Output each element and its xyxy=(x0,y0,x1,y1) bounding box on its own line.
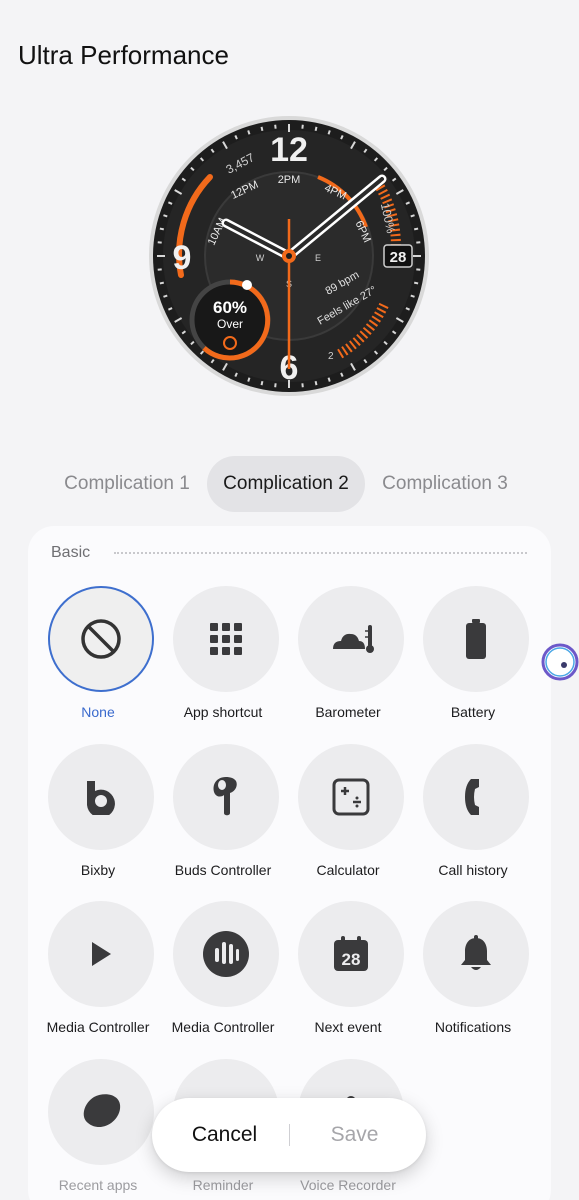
option-label: Next event xyxy=(314,1019,382,1035)
inner-hour-2pm: 2PM xyxy=(278,174,301,186)
option-media-controller-bars-circle[interactable] xyxy=(173,901,279,1007)
option-buds-controller-circle[interactable] xyxy=(173,744,279,850)
play-icon xyxy=(92,942,111,966)
save-button[interactable]: Save xyxy=(292,1098,417,1172)
option-calculator-circle[interactable] xyxy=(298,744,404,850)
option-label: Battery xyxy=(450,704,496,720)
option-notifications[interactable]: Notifications xyxy=(411,901,535,1051)
bezel-tick xyxy=(413,227,419,231)
option-recent-apps[interactable]: Recent apps xyxy=(36,1059,160,1200)
calculator-icon xyxy=(332,778,370,816)
bixby-icon xyxy=(87,781,115,815)
bottom-action-bar: Cancel Save xyxy=(152,1098,426,1172)
option-label: Calculator xyxy=(316,862,380,878)
option-label: Buds Controller xyxy=(174,862,272,878)
gauge-percent: 60% xyxy=(213,298,247,317)
option-app-shortcut-circle[interactable] xyxy=(173,586,279,692)
tab-complication-1[interactable]: Complication 1 xyxy=(52,456,202,512)
bezel-tick xyxy=(327,130,331,135)
option-none-circle[interactable] xyxy=(48,586,154,692)
option-media-controller-bars[interactable]: Media Controller xyxy=(161,901,285,1051)
option-label: App shortcut xyxy=(183,704,263,720)
bezel-tick xyxy=(260,126,264,132)
option-label: Notifications xyxy=(434,1019,512,1035)
option-label: None xyxy=(81,704,115,720)
tab-complication-2[interactable]: Complication 2 xyxy=(207,456,365,512)
compass-w: W xyxy=(256,253,265,263)
option-label: Recent apps xyxy=(58,1177,138,1193)
option-app-shortcut[interactable]: App shortcut xyxy=(161,586,285,736)
bezel-tick xyxy=(314,126,318,132)
option-bixby[interactable]: Bixby xyxy=(36,744,160,894)
compass-e: E xyxy=(315,253,321,263)
numeral-9: 9 xyxy=(173,239,192,277)
date-value: 28 xyxy=(390,249,407,266)
bezel-tick xyxy=(410,294,415,298)
complication-tabs: Complication 1 Complication 2 Complicati… xyxy=(0,456,579,512)
option-label: Bixby xyxy=(80,862,116,878)
option-bixby-circle[interactable] xyxy=(48,744,154,850)
option-label: Voice Recorder xyxy=(300,1177,396,1193)
option-call-history[interactable]: Call history xyxy=(411,744,535,894)
audio-bars-icon xyxy=(203,931,249,977)
bezel-tick xyxy=(260,380,264,386)
option-label: Reminder xyxy=(192,1177,254,1193)
option-barometer[interactable]: Barometer xyxy=(286,586,410,736)
option-label: Media Controller xyxy=(46,1019,150,1035)
option-none[interactable]: None xyxy=(36,586,160,736)
tab-complication-3[interactable]: Complication 3 xyxy=(370,456,520,512)
option-label: Call history xyxy=(438,862,508,878)
bell-icon xyxy=(461,935,491,970)
bezel-tick xyxy=(410,214,415,218)
battery-icon xyxy=(466,619,486,659)
option-media-controller-play-circle[interactable] xyxy=(48,901,154,1007)
bezel-tick xyxy=(413,281,419,285)
option-buds-controller[interactable]: Buds Controller xyxy=(161,744,285,894)
barometer-icon xyxy=(333,625,374,653)
option-barometer-circle[interactable] xyxy=(298,586,404,692)
numeral-12: 12 xyxy=(270,131,308,169)
phone-icon xyxy=(465,779,479,815)
option-label: Media Controller xyxy=(171,1019,275,1035)
earbud-icon xyxy=(213,777,237,816)
bezel-tick xyxy=(163,294,168,298)
svg-text:28: 28 xyxy=(342,950,361,969)
option-battery-circle[interactable] xyxy=(423,586,529,692)
gauge-over-label: Over xyxy=(217,317,243,331)
page-title: Ultra Performance xyxy=(18,40,229,70)
calendar-icon: 28 xyxy=(334,936,368,971)
action-divider xyxy=(289,1124,290,1146)
bezel-tick xyxy=(163,214,168,218)
option-next-event[interactable]: 28 Next event xyxy=(286,901,410,1051)
bezel-tick xyxy=(247,377,251,382)
app-grid-icon xyxy=(210,623,242,655)
option-label: Barometer xyxy=(315,704,381,720)
bezel-tick xyxy=(247,130,251,135)
watch-face-preview: 12 9 6 2PM 12PM 4PM 10AM 6PM 3,457 100% … xyxy=(148,115,430,397)
option-notifications-circle[interactable] xyxy=(423,901,529,1007)
option-battery[interactable]: Battery xyxy=(411,586,535,736)
small-number: 2 xyxy=(328,351,334,362)
bezel-tick xyxy=(314,380,318,386)
bezel-tick xyxy=(327,377,331,382)
option-next-event-circle[interactable]: 28 xyxy=(298,901,404,1007)
bezel-tick xyxy=(159,227,165,231)
floating-assistant-button[interactable] xyxy=(541,643,579,681)
option-recent-apps-circle[interactable] xyxy=(48,1059,154,1165)
option-calculator[interactable]: Calculator xyxy=(286,744,410,894)
none-icon xyxy=(81,619,121,659)
cancel-button[interactable]: Cancel xyxy=(162,1098,287,1172)
recent-apps-icon xyxy=(83,1094,121,1128)
bezel-tick xyxy=(159,281,165,285)
option-media-controller-play[interactable]: Media Controller xyxy=(36,901,160,1051)
assistant-orb-icon xyxy=(541,643,579,681)
option-call-history-circle[interactable] xyxy=(423,744,529,850)
